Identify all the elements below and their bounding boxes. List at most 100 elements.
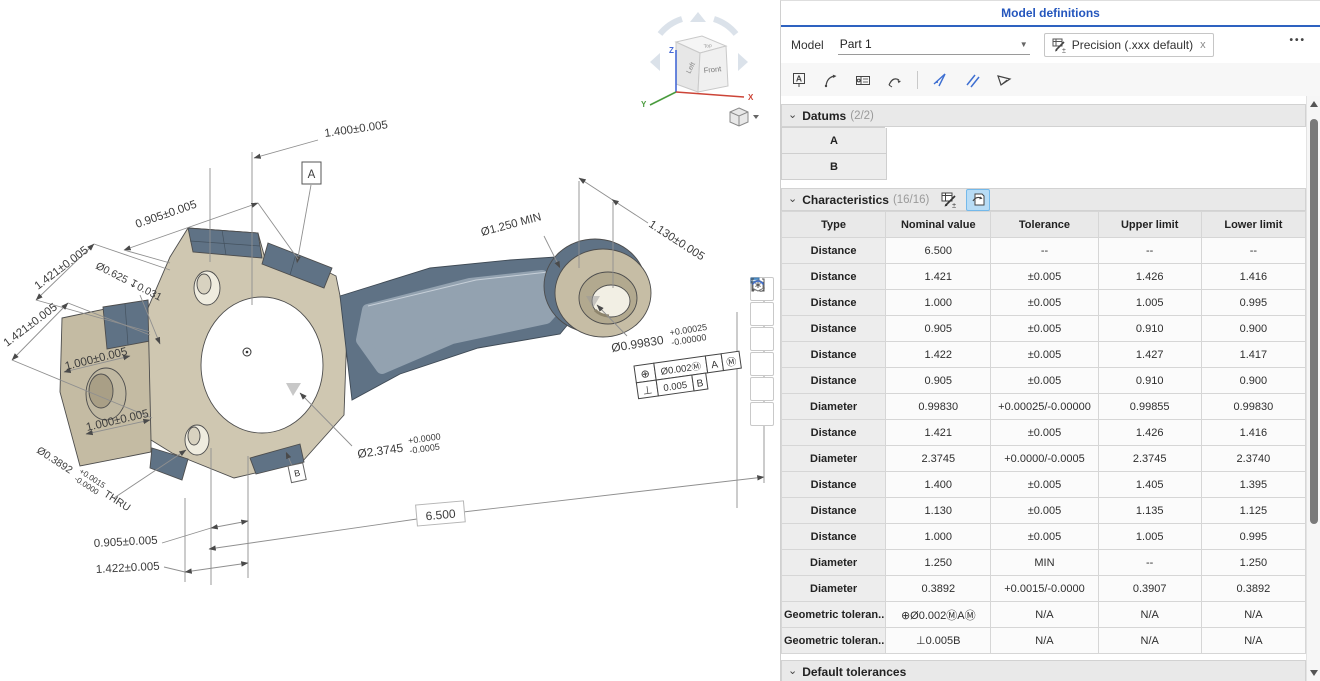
cell-lower[interactable]: 0.3892 <box>1201 576 1305 602</box>
datum-row[interactable]: A <box>781 128 887 154</box>
cell-type[interactable]: Distance <box>782 342 886 368</box>
cell-tolerance[interactable]: -- <box>991 238 1098 264</box>
cell-nominal[interactable]: 2.3745 <box>886 446 991 472</box>
table-row[interactable]: Diameter0.99830+0.00025/-0.000000.998550… <box>782 394 1306 420</box>
cell-type[interactable]: Distance <box>782 238 886 264</box>
cell-tolerance[interactable]: ±0.005 <box>991 498 1098 524</box>
datum-row[interactable]: B <box>781 154 887 180</box>
display-options-button[interactable] <box>750 402 774 426</box>
cell-nominal[interactable]: 1.421 <box>886 420 991 446</box>
cell-tolerance[interactable]: ±0.005 <box>991 342 1098 368</box>
cell-nominal[interactable]: ⊥0.005B <box>886 628 991 654</box>
panel-title[interactable]: Model definitions <box>1001 6 1100 20</box>
cell-upper[interactable]: 1.427 <box>1098 342 1201 368</box>
cell-nominal[interactable]: 1.421 <box>886 264 991 290</box>
datum-target-tool-button[interactable] <box>883 68 907 92</box>
overflow-menu-icon[interactable]: ••• <box>1289 35 1306 46</box>
cell-upper[interactable]: 1.005 <box>1098 524 1201 550</box>
col-header-upper[interactable]: Upper limit <box>1098 212 1201 238</box>
appearance-button[interactable] <box>750 327 774 351</box>
cell-tolerance[interactable]: ±0.005 <box>991 316 1098 342</box>
chip-close-icon[interactable]: x <box>1200 39 1206 51</box>
angle-dimension-tool-button[interactable] <box>928 68 952 92</box>
cell-nominal[interactable]: 1.250 <box>886 550 991 576</box>
cell-type[interactable]: Diameter <box>782 550 886 576</box>
cell-lower[interactable]: 1.416 <box>1201 264 1305 290</box>
cell-type[interactable]: Diameter <box>782 446 886 472</box>
cell-lower[interactable]: 2.3740 <box>1201 446 1305 472</box>
cell-tolerance[interactable]: N/A <box>991 628 1098 654</box>
scrollbar-thumb[interactable] <box>1310 119 1318 524</box>
table-row[interactable]: Distance1.400±0.0051.4051.395 <box>782 472 1306 498</box>
panel-scrollbar[interactable] <box>1306 96 1320 681</box>
scroll-up-icon[interactable] <box>1310 101 1318 107</box>
table-row[interactable]: Distance0.905±0.0050.9100.900 <box>782 368 1306 394</box>
table-row[interactable]: Diameter2.3745+0.0000/-0.00052.37452.374… <box>782 446 1306 472</box>
col-header-type[interactable]: Type <box>782 212 886 238</box>
cell-upper[interactable]: 0.910 <box>1098 368 1201 394</box>
cell-upper[interactable]: 1.405 <box>1098 472 1201 498</box>
table-row[interactable]: Distance6.500------ <box>782 238 1306 264</box>
cell-nominal[interactable]: 1.000 <box>886 290 991 316</box>
leader-tool-button[interactable] <box>819 68 843 92</box>
cell-lower[interactable]: 1.395 <box>1201 472 1305 498</box>
auto-balloon-button[interactable] <box>966 189 990 211</box>
apply-annotation-tool-button[interactable] <box>992 68 1016 92</box>
cell-type[interactable]: Distance <box>782 524 886 550</box>
cell-type[interactable]: Distance <box>782 472 886 498</box>
rotate-view-button[interactable] <box>750 377 774 401</box>
table-row[interactable]: Geometric toleran...⊕Ø0.002ⓂAⓂN/AN/AN/A <box>782 602 1306 628</box>
col-header-nominal[interactable]: Nominal value <box>886 212 991 238</box>
precision-icon[interactable]: ± <box>941 191 958 208</box>
col-header-lower[interactable]: Lower limit <box>1201 212 1305 238</box>
cell-type[interactable]: Diameter <box>782 576 886 602</box>
cell-lower[interactable]: 1.125 <box>1201 498 1305 524</box>
cell-nominal[interactable]: 0.905 <box>886 316 991 342</box>
cell-tolerance[interactable]: ±0.005 <box>991 524 1098 550</box>
default-tolerances-section-header[interactable]: ⌄ Default tolerances <box>781 660 1306 681</box>
connecting-rod-model[interactable] <box>60 228 651 480</box>
cell-lower[interactable]: 0.995 <box>1201 524 1305 550</box>
cell-lower[interactable]: 0.900 <box>1201 368 1305 394</box>
cell-type[interactable]: Distance <box>782 498 886 524</box>
cell-nominal[interactable]: 1.422 <box>886 342 991 368</box>
cell-nominal[interactable]: ⊕Ø0.002ⓂAⓂ <box>886 602 991 628</box>
cell-tolerance[interactable]: +0.0000/-0.0005 <box>991 446 1098 472</box>
table-row[interactable]: Distance1.422±0.0051.4271.417 <box>782 342 1306 368</box>
cell-upper[interactable]: 1.426 <box>1098 264 1201 290</box>
cell-nominal[interactable]: 1.000 <box>886 524 991 550</box>
cell-type[interactable]: Distance <box>782 368 886 394</box>
model-dropdown[interactable]: Part 1 ▼ <box>838 35 1030 55</box>
cell-upper[interactable]: -- <box>1098 238 1201 264</box>
cell-nominal[interactable]: 1.130 <box>886 498 991 524</box>
model-canvas[interactable]: 1.400±0.005 A 0.905±0.005 1.421±0.005 1.… <box>0 0 779 681</box>
cell-nominal[interactable]: 0.905 <box>886 368 991 394</box>
cell-upper[interactable]: N/A <box>1098 628 1201 654</box>
cell-lower[interactable]: 1.417 <box>1201 342 1305 368</box>
cell-lower[interactable]: 1.416 <box>1201 420 1305 446</box>
model-definitions-button[interactable] <box>750 302 774 326</box>
table-row[interactable]: Distance1.000±0.0051.0050.995 <box>782 290 1306 316</box>
cell-nominal[interactable]: 6.500 <box>886 238 991 264</box>
cell-upper[interactable]: N/A <box>1098 602 1201 628</box>
table-row[interactable]: Diameter1.250MIN--1.250 <box>782 550 1306 576</box>
datums-section-header[interactable]: ⌄ Datums (2/2) <box>781 104 1306 127</box>
cell-lower[interactable]: 0.900 <box>1201 316 1305 342</box>
scroll-down-icon[interactable] <box>1310 670 1318 676</box>
cell-tolerance[interactable]: ±0.005 <box>991 290 1098 316</box>
cell-type[interactable]: Distance <box>782 290 886 316</box>
cell-lower[interactable]: N/A <box>1201 602 1305 628</box>
precision-chip[interactable]: ± Precision (.xxx default) x <box>1044 33 1214 57</box>
table-row[interactable]: Distance1.000±0.0051.0050.995 <box>782 524 1306 550</box>
characteristics-section-header[interactable]: ⌄ Characteristics (16/16) ± <box>781 188 1306 211</box>
cell-tolerance[interactable]: N/A <box>991 602 1098 628</box>
cell-upper[interactable]: 1.135 <box>1098 498 1201 524</box>
cell-tolerance[interactable]: ±0.005 <box>991 368 1098 394</box>
cell-tolerance[interactable]: ±0.005 <box>991 472 1098 498</box>
parallel-dimension-tool-button[interactable] <box>960 68 984 92</box>
cell-nominal[interactable]: 0.3892 <box>886 576 991 602</box>
cell-lower[interactable]: N/A <box>1201 628 1305 654</box>
cell-tolerance[interactable]: ±0.005 <box>991 264 1098 290</box>
view-cube[interactable]: Top Left Front Z Y X <box>641 12 754 109</box>
cell-type[interactable]: Geometric toleran... <box>782 602 886 628</box>
